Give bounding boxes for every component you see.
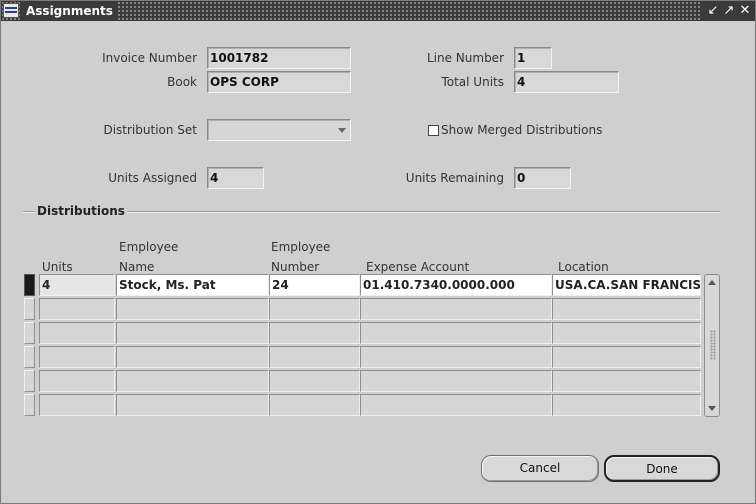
window-controls: ↙ ↗ ✕ xyxy=(701,1,755,21)
cell-units[interactable] xyxy=(39,322,115,344)
cell-employee-number[interactable] xyxy=(269,322,360,344)
cell-employee-name[interactable] xyxy=(116,394,269,416)
cell-employee-number[interactable] xyxy=(269,394,360,416)
cell-location[interactable] xyxy=(552,394,701,416)
cell-expense-account[interactable]: 01.410.7340.0000.000 xyxy=(360,274,552,296)
vertical-scrollbar[interactable] xyxy=(704,274,720,417)
cell-location[interactable]: USA.CA.SAN FRANCISCO xyxy=(552,274,701,296)
cell-employee-number[interactable] xyxy=(269,370,360,392)
cell-employee-number[interactable]: 24 xyxy=(269,274,360,296)
app-icon xyxy=(3,3,19,18)
book-label: Book xyxy=(167,75,197,89)
cell-units[interactable] xyxy=(39,394,115,416)
close-icon[interactable]: ✕ xyxy=(737,3,753,19)
assignments-window: Assignments ↙ ↗ ✕ Invoice Number 1001782… xyxy=(0,0,756,504)
cell-employee-name[interactable] xyxy=(116,370,269,392)
window-title: Assignments xyxy=(22,2,117,20)
row-selector[interactable] xyxy=(24,394,35,416)
cell-location[interactable] xyxy=(552,346,701,368)
cell-location[interactable] xyxy=(552,370,701,392)
invoice-number-label: Invoice Number xyxy=(102,51,197,65)
total-units-field[interactable]: 4 xyxy=(514,71,619,93)
minimize-icon[interactable]: ↙ xyxy=(705,3,721,19)
cell-units[interactable] xyxy=(39,298,115,320)
cell-expense-account[interactable] xyxy=(360,298,552,320)
cell-employee-name[interactable] xyxy=(116,322,269,344)
line-number-label: Line Number xyxy=(426,51,504,65)
distribution-set-select[interactable] xyxy=(207,119,351,141)
cell-employee-number[interactable] xyxy=(269,298,360,320)
scroll-down-icon[interactable] xyxy=(708,406,716,411)
cell-units[interactable] xyxy=(39,370,115,392)
total-units-label: Total Units xyxy=(441,75,504,89)
units-assigned-label: Units Assigned xyxy=(108,171,197,185)
distributions-section-label: Distributions xyxy=(35,204,127,218)
cell-expense-account[interactable] xyxy=(360,346,552,368)
cell-expense-account[interactable] xyxy=(360,322,552,344)
cell-employee-name[interactable] xyxy=(116,298,269,320)
chevron-down-icon xyxy=(338,128,346,133)
title-bar[interactable]: Assignments ↙ ↗ ✕ xyxy=(1,1,755,21)
done-button[interactable]: Done xyxy=(604,455,720,482)
row-selector[interactable] xyxy=(24,322,35,344)
cell-employee-name[interactable]: Stock, Ms. Pat xyxy=(116,274,269,296)
units-remaining-label: Units Remaining xyxy=(405,171,504,185)
row-selector[interactable] xyxy=(24,274,35,296)
cell-location[interactable] xyxy=(552,322,701,344)
maximize-icon[interactable]: ↗ xyxy=(721,3,737,19)
cell-employee-name[interactable] xyxy=(116,346,269,368)
distribution-set-label: Distribution Set xyxy=(103,123,197,137)
row-selector[interactable] xyxy=(24,346,35,368)
column-header-employee-name-line1: Employee xyxy=(119,240,179,254)
invoice-number-field[interactable]: 1001782 xyxy=(207,47,351,69)
scroll-up-icon[interactable] xyxy=(708,280,716,285)
cell-location[interactable] xyxy=(552,298,701,320)
cell-units[interactable] xyxy=(39,346,115,368)
row-selector[interactable] xyxy=(24,298,35,320)
cell-expense-account[interactable] xyxy=(360,394,552,416)
units-remaining-field[interactable]: 0 xyxy=(514,167,571,189)
cell-employee-number[interactable] xyxy=(269,346,360,368)
cell-expense-account[interactable] xyxy=(360,370,552,392)
cancel-button[interactable]: Cancel xyxy=(481,455,599,482)
cell-units[interactable]: 4 xyxy=(39,274,115,296)
row-selector[interactable] xyxy=(24,370,35,392)
units-assigned-field[interactable]: 4 xyxy=(207,167,264,189)
scroll-grip-icon[interactable] xyxy=(710,330,716,360)
section-divider xyxy=(23,211,720,213)
column-header-employee-number-line1: Employee xyxy=(271,240,331,254)
show-merged-checkbox[interactable] xyxy=(428,125,439,136)
book-field[interactable]: OPS CORP xyxy=(207,71,351,93)
line-number-field[interactable]: 1 xyxy=(514,47,552,69)
show-merged-label[interactable]: Show Merged Distributions xyxy=(441,123,602,137)
